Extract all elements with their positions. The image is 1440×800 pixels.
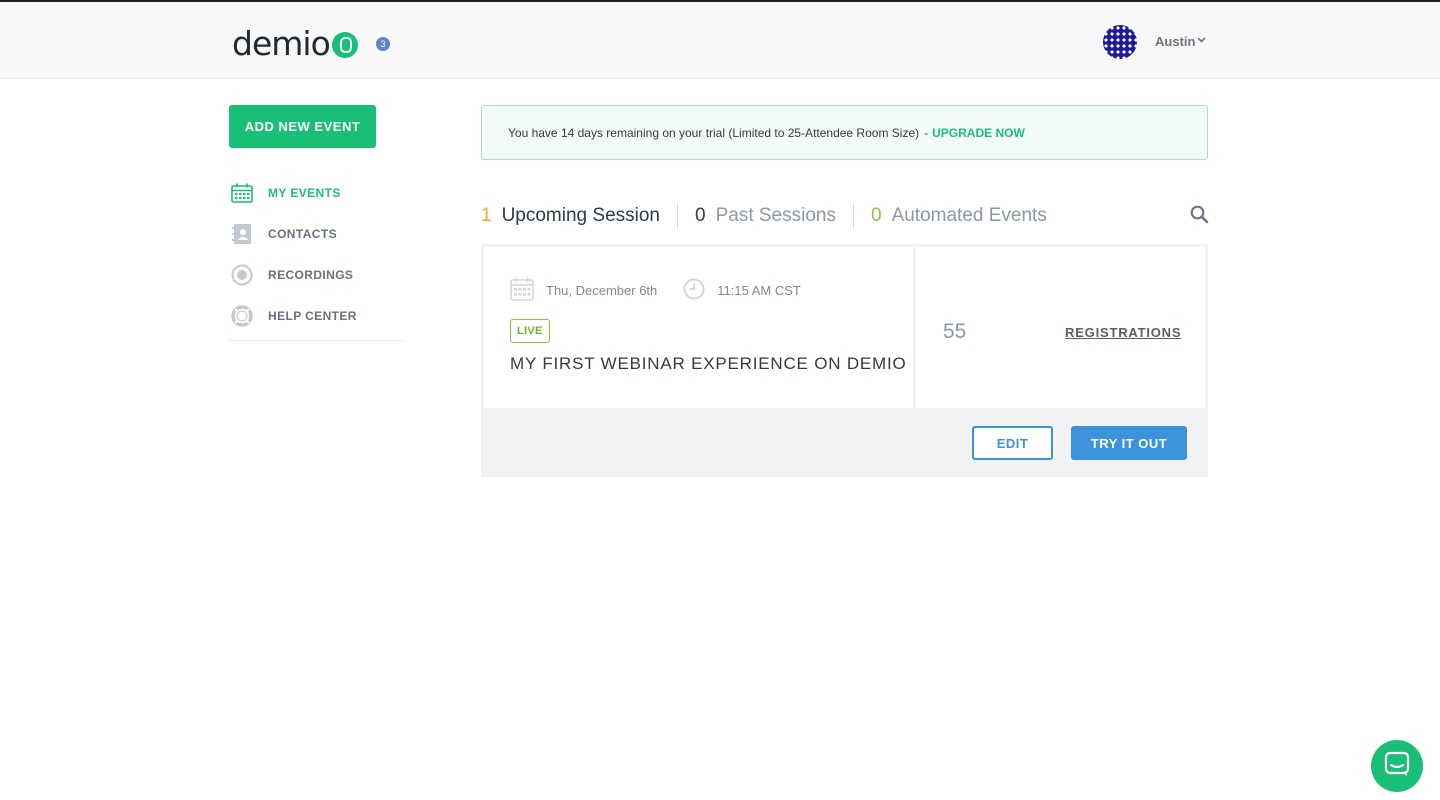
- tab-count: 0: [870, 205, 882, 226]
- trial-banner: You have 14 days remaining on your trial…: [481, 105, 1208, 160]
- clock-icon: [683, 278, 705, 303]
- tab-automated-events[interactable]: 0 Automated Events: [871, 205, 1047, 227]
- top-header: demio 3 Austin: [0, 0, 1440, 79]
- banner-separator: -: [924, 125, 929, 140]
- sidebar-item-label: RECORDINGS: [268, 267, 354, 282]
- event-title[interactable]: MY FIRST WEBINAR EXPERIENCE ON DEMIO: [510, 354, 907, 374]
- trial-text: You have 14 days remaining on your trial…: [508, 125, 920, 140]
- sidebar-item-help-center[interactable]: HELP CENTER: [229, 295, 404, 336]
- sidebar-item-label: MY EVENTS: [268, 185, 341, 200]
- upgrade-now-link[interactable]: UPGRADE NOW: [932, 126, 1025, 140]
- calendar-icon: [510, 277, 534, 304]
- user-name[interactable]: Austin: [1155, 34, 1195, 49]
- tab-label: Automated Events: [891, 205, 1047, 226]
- tab-count: 1: [481, 205, 492, 226]
- live-status-badge: LIVE: [510, 319, 550, 343]
- sidebar-item-my-events[interactable]: MY EVENTS: [229, 172, 404, 213]
- chat-launcher-button[interactable]: [1371, 740, 1423, 792]
- sidebar-item-label: CONTACTS: [268, 226, 337, 241]
- search-icon[interactable]: [1190, 205, 1209, 229]
- chat-icon: [1384, 751, 1410, 782]
- try-it-out-button[interactable]: TRY IT OUT: [1071, 426, 1187, 460]
- sidebar-item-recordings[interactable]: RECORDINGS: [229, 254, 404, 295]
- logo-mark-icon: [331, 32, 358, 58]
- tab-divider: [677, 203, 678, 229]
- sidebar-nav: MY EVENTS CONTACTS RECORDINGS HELP CENTE…: [229, 172, 404, 336]
- event-date: Thu, December 6th: [546, 283, 658, 298]
- tab-divider: [852, 203, 854, 229]
- tab-upcoming-sessions[interactable]: 1 Upcoming Session: [481, 205, 660, 227]
- contacts-icon: [229, 221, 255, 247]
- event-details[interactable]: Thu, December 6th 11:15 AM CST LIVE MY F…: [484, 247, 913, 408]
- tab-count: 0: [695, 205, 706, 226]
- registrations-link[interactable]: REGISTRATIONS: [1065, 325, 1181, 340]
- session-tabs: 1 Upcoming Session 0 Past Sessions 0 Aut…: [481, 203, 1047, 229]
- chevron-down-icon[interactable]: [1197, 35, 1206, 46]
- sidebar-divider: [229, 340, 404, 341]
- sidebar-item-contacts[interactable]: CONTACTS: [229, 213, 404, 254]
- notification-badge[interactable]: 3: [376, 37, 390, 51]
- add-new-event-button[interactable]: ADD NEW EVENT: [229, 105, 376, 148]
- tab-label: Upcoming Session: [501, 205, 660, 226]
- tab-past-sessions[interactable]: 0 Past Sessions: [695, 205, 836, 227]
- tab-label: Past Sessions: [715, 205, 836, 226]
- event-registrations: 55 REGISTRATIONS: [916, 247, 1205, 408]
- event-card: Thu, December 6th 11:15 AM CST LIVE MY F…: [481, 244, 1208, 477]
- event-time: 11:15 AM CST: [717, 283, 801, 298]
- recordings-icon: [229, 262, 255, 288]
- sidebar-item-label: HELP CENTER: [268, 308, 357, 323]
- lifebuoy-icon: [229, 303, 255, 329]
- demio-logo[interactable]: demio: [232, 26, 358, 62]
- avatar[interactable]: [1103, 25, 1137, 59]
- registrations-count: 55: [943, 320, 967, 343]
- event-meta: Thu, December 6th 11:15 AM CST: [510, 277, 801, 304]
- edit-button[interactable]: EDIT: [972, 426, 1053, 460]
- logo-text: demio: [232, 24, 331, 63]
- calendar-icon: [229, 180, 255, 206]
